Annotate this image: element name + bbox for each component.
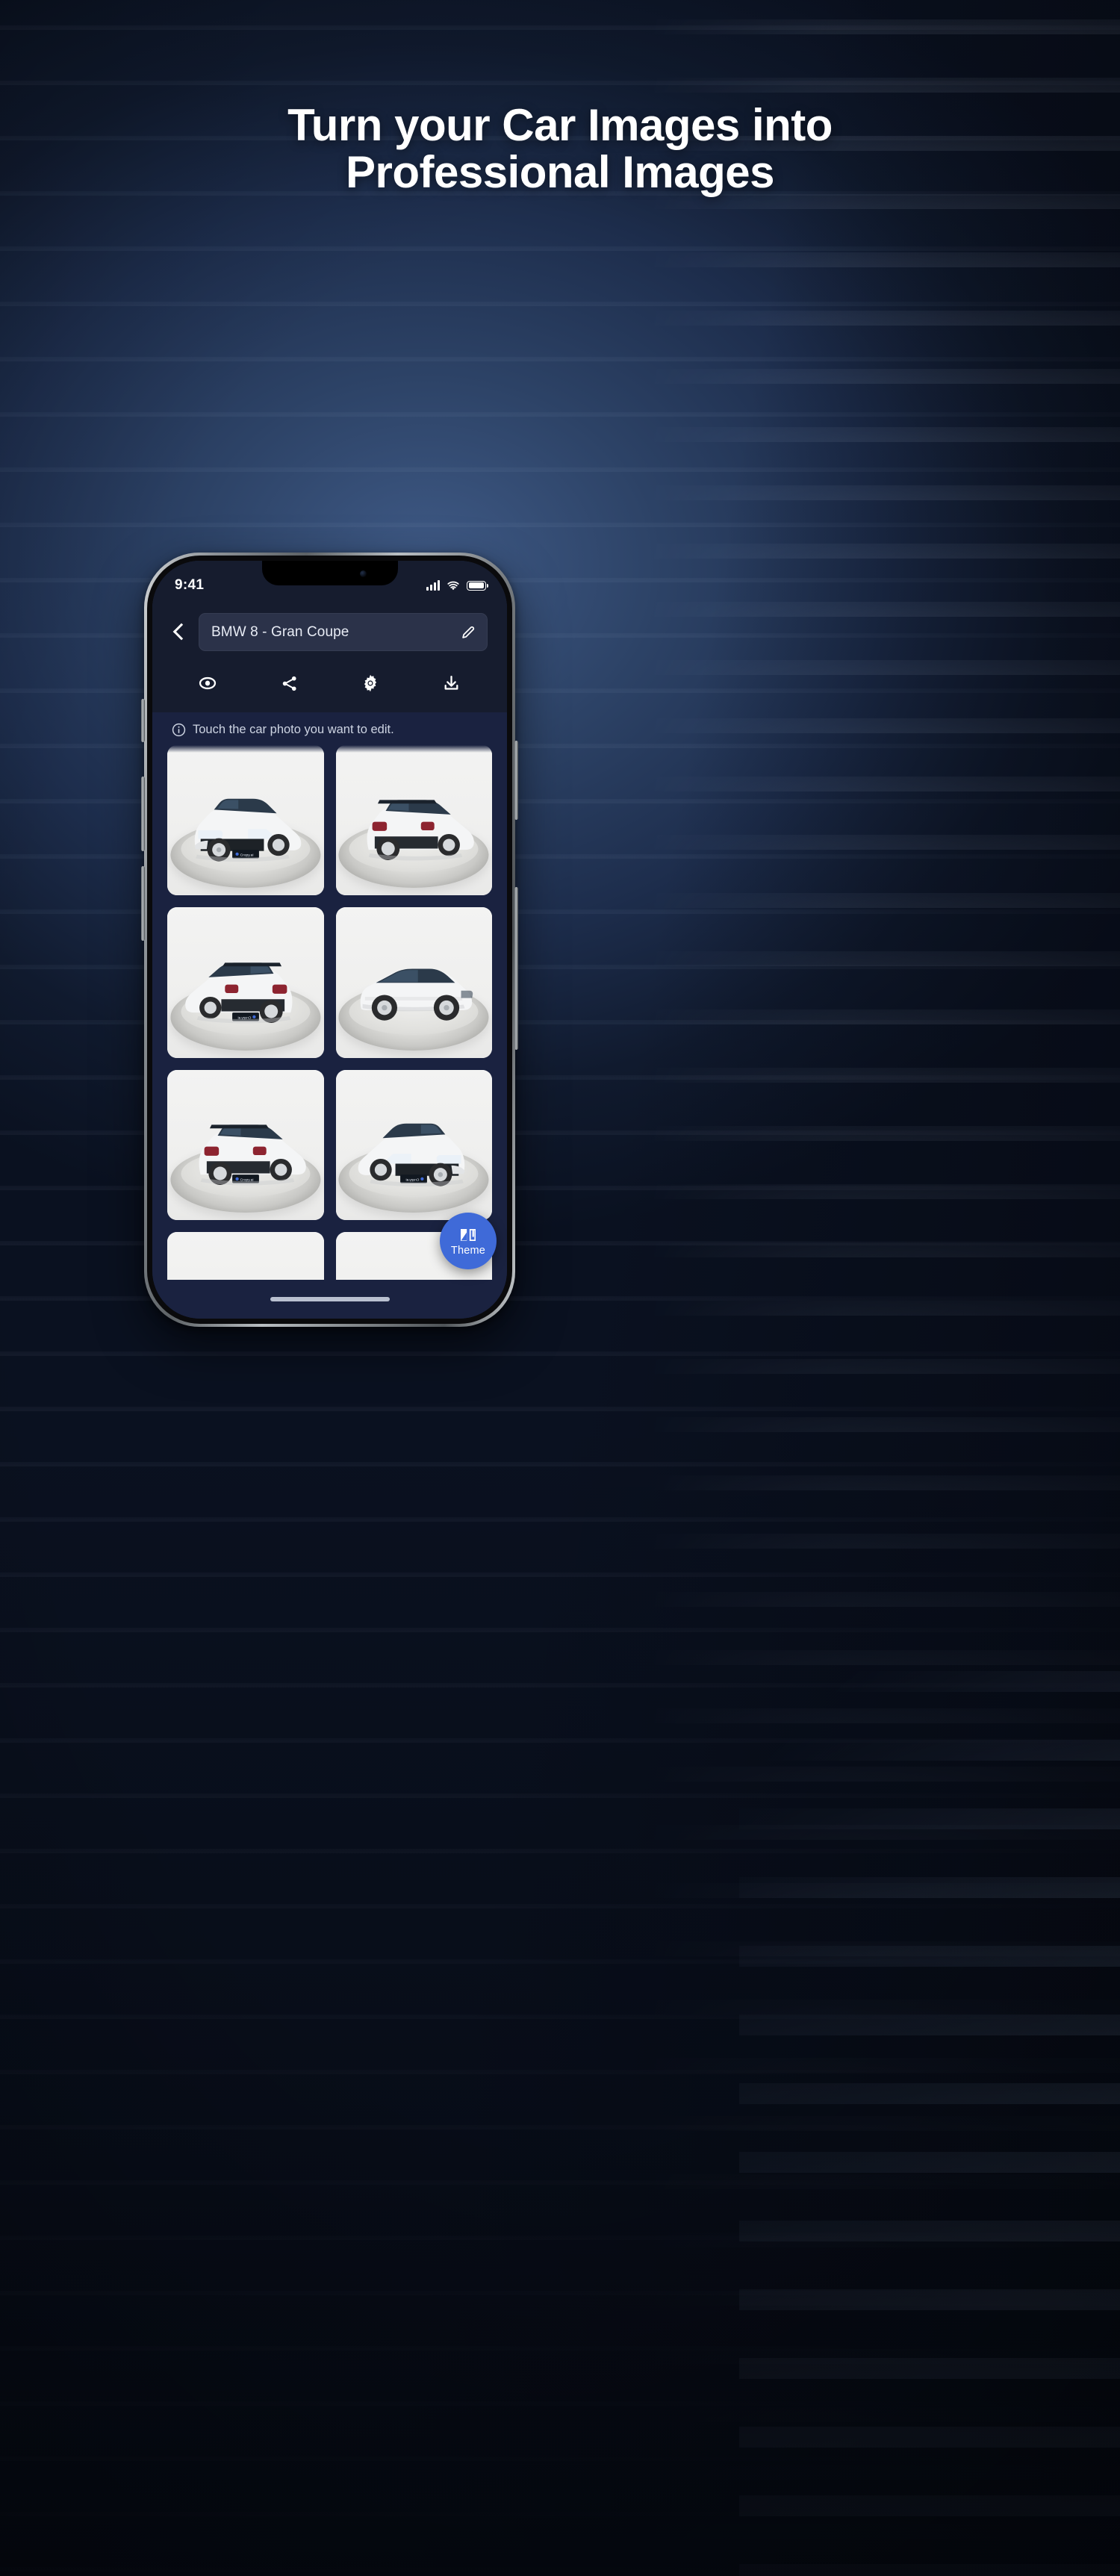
phone-screen: 9:41 BMW 8 - Gran Coupe Touch the car ph… xyxy=(152,561,507,1319)
gear-icon[interactable] xyxy=(355,669,385,697)
hint-text: Touch the car photo you want to edit. xyxy=(193,723,394,736)
svg-text:Cropy.ai: Cropy.ai xyxy=(406,1177,420,1182)
car-photo: Cropy.ai xyxy=(167,1232,324,1280)
gallery-photo-cell[interactable] xyxy=(335,745,492,896)
app-root: 9:41 BMW 8 - Gran Coupe Touch the car ph… xyxy=(152,561,507,1319)
car-vehicle: Cropy.ai xyxy=(180,941,311,1032)
car-photo xyxy=(335,745,492,896)
car-vehicle xyxy=(348,778,479,869)
theme-compare-icon xyxy=(458,1226,478,1244)
chevron-left-icon[interactable] xyxy=(169,620,188,644)
theme-fab-label: Theme xyxy=(450,1244,486,1257)
car-vehicle: Cropy.ai xyxy=(180,1266,311,1280)
svg-text:Cropy.ai: Cropy.ai xyxy=(240,853,253,858)
car-photo: Cropy.ai xyxy=(167,907,324,1058)
gallery-photo-cell[interactable]: Cropy.ai xyxy=(167,907,324,1058)
vehicle-name-input[interactable]: BMW 8 - Gran Coupe xyxy=(199,613,488,651)
app-toolbar xyxy=(152,662,507,712)
hint-row: Touch the car photo you want to edit. xyxy=(152,712,507,745)
phone-volume-down-button[interactable] xyxy=(141,866,145,941)
download-icon[interactable] xyxy=(437,669,467,697)
vehicle-name-value: BMW 8 - Gran Coupe xyxy=(211,623,349,640)
info-circle-icon xyxy=(172,723,186,737)
gallery-photo-cell[interactable] xyxy=(335,907,492,1058)
app-title-row: BMW 8 - Gran Coupe xyxy=(152,600,507,662)
headline-line-1: Turn your Car Images into xyxy=(287,100,833,150)
phone-volume-up-button[interactable] xyxy=(141,777,145,851)
pencil-icon[interactable] xyxy=(460,624,476,641)
wifi-icon xyxy=(447,580,460,591)
car-vehicle: Cropy.ai xyxy=(348,1103,479,1194)
home-indicator[interactable] xyxy=(270,1297,390,1301)
car-vehicle xyxy=(348,941,479,1032)
car-photo xyxy=(335,907,492,1058)
phone-mockup: 9:41 BMW 8 - Gran Coupe Touch the car ph… xyxy=(141,553,518,1327)
gallery-photo-cell[interactable]: Cropy.ai xyxy=(167,745,324,896)
gallery-scroll-area[interactable]: Cropy.ai Cropy.ai Cropy.ai Cropy.ai xyxy=(152,745,507,1280)
share-icon[interactable] xyxy=(274,669,304,697)
car-vehicle: Cropy.ai xyxy=(180,778,311,869)
headline-line-2: Professional Images xyxy=(345,147,775,197)
phone-side-button-top[interactable] xyxy=(514,741,518,820)
phone-power-button[interactable] xyxy=(514,887,518,1050)
front-camera-icon xyxy=(359,570,367,577)
eye-icon[interactable] xyxy=(193,669,223,697)
car-vehicle: Cropy.ai xyxy=(180,1103,311,1194)
car-photo: Cropy.ai xyxy=(335,1069,492,1221)
status-bar-indicators xyxy=(426,580,489,591)
photo-grid: Cropy.ai Cropy.ai Cropy.ai Cropy.ai xyxy=(167,745,492,1280)
theme-fab-button[interactable]: Theme xyxy=(440,1213,497,1269)
signal-bars-icon xyxy=(426,580,440,591)
phone-notch xyxy=(261,561,398,585)
gallery-photo-cell[interactable]: Cropy.ai xyxy=(167,1232,324,1280)
home-indicator-area xyxy=(152,1280,507,1319)
car-photo: Cropy.ai xyxy=(167,1069,324,1221)
car-photo: Cropy.ai xyxy=(167,745,324,896)
gallery-photo-cell[interactable]: Cropy.ai xyxy=(335,1069,492,1221)
battery-full-icon xyxy=(467,580,489,591)
status-bar-time: 9:41 xyxy=(175,577,205,593)
promo-headline: Turn your Car Images into Professional I… xyxy=(0,102,1120,196)
phone-silent-switch[interactable] xyxy=(141,699,145,742)
gallery-photo-cell[interactable]: Cropy.ai xyxy=(167,1069,324,1221)
